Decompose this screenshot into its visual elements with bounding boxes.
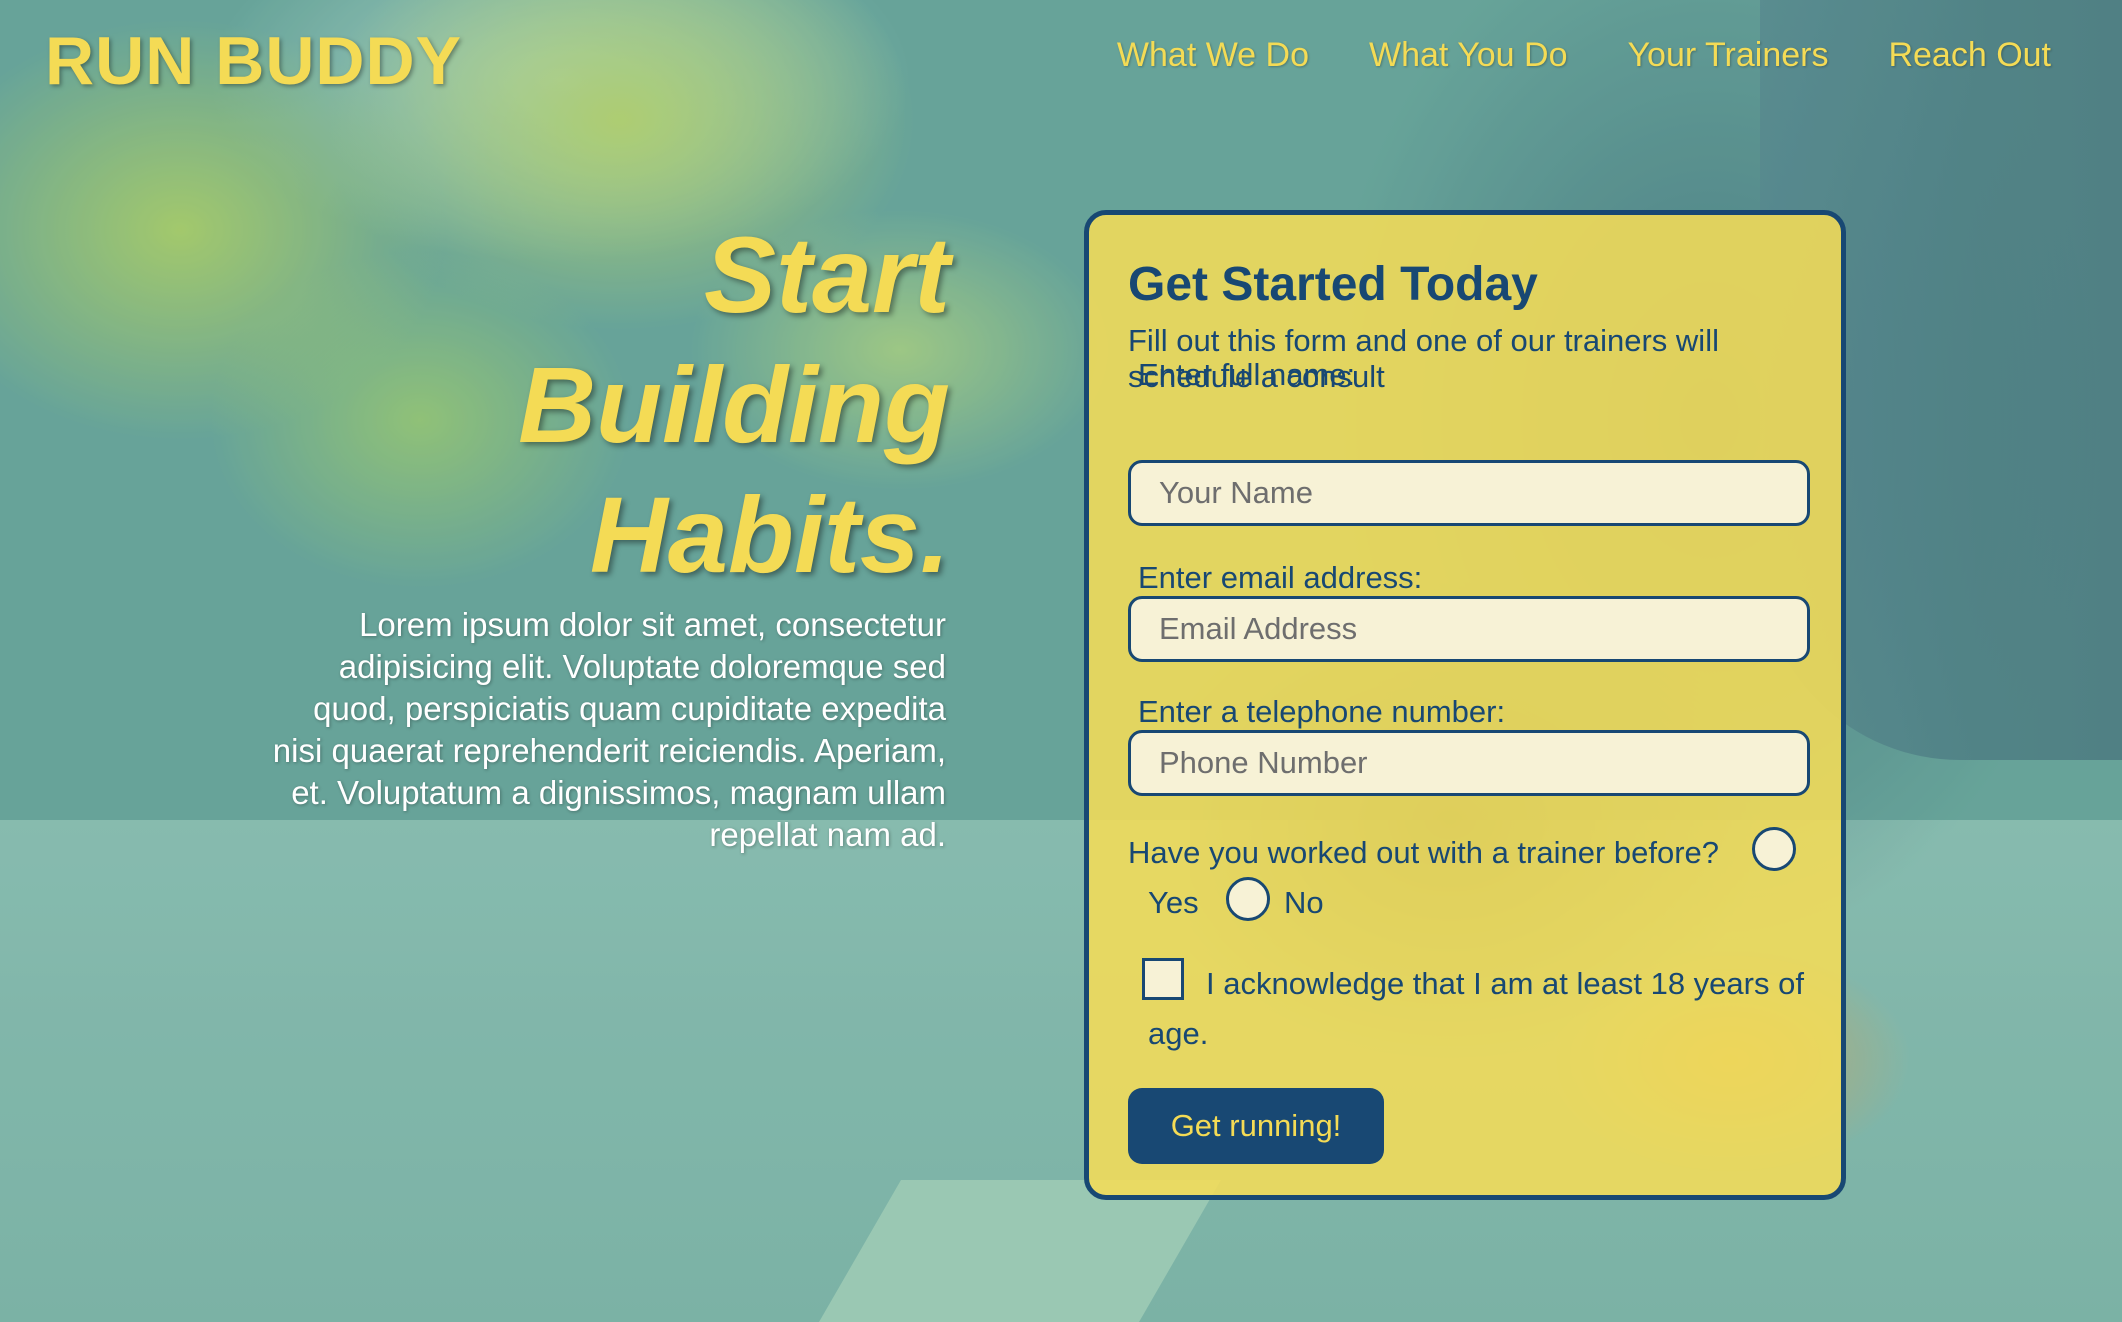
no-radio-label: No <box>1284 885 1324 920</box>
hero-title: Start Building Habits. <box>420 210 950 600</box>
nav-link-your-trainers[interactable]: Your Trainers <box>1628 36 1829 75</box>
trainer-question: Have you worked out with a trainer befor… <box>1128 835 1720 870</box>
hero-title-line: Building <box>518 344 950 465</box>
nav-link-reach-out[interactable]: Reach Out <box>1888 36 2051 75</box>
nav-link-what-we-do[interactable]: What We Do <box>1117 36 1309 75</box>
hero-title-line: Start <box>703 214 950 335</box>
name-input[interactable] <box>1128 460 1810 526</box>
hero-description: Lorem ipsum dolor sit amet, consectetur … <box>272 606 946 853</box>
nav-link-what-you-do[interactable]: What You Do <box>1369 36 1567 75</box>
get-running-button[interactable]: Get running! <box>1128 1088 1384 1164</box>
main-nav: What We Do What You Do Your Trainers Rea… <box>1117 36 2051 75</box>
phone-input[interactable] <box>1128 730 1810 796</box>
name-field-label: Enter full name: <box>1138 357 1356 392</box>
age-acknowledge-label: I acknowledge that I am at least 18 year… <box>1148 966 1804 1051</box>
signup-form-card: Get Started Today Fill out this form and… <box>1084 210 1846 1200</box>
yes-radio-label: Yes <box>1148 885 1199 920</box>
form-title: Get Started Today <box>1128 258 1538 311</box>
landing-page: RUN BUDDY What We Do What You Do Your Tr… <box>0 0 2122 1322</box>
site-logo[interactable]: RUN BUDDY <box>45 22 462 100</box>
email-field-label: Enter email address: <box>1138 560 1423 595</box>
email-input[interactable] <box>1128 596 1810 662</box>
phone-field-label: Enter a telephone number: <box>1138 694 1506 729</box>
no-radio[interactable] <box>1226 877 1270 921</box>
yes-radio[interactable] <box>1752 827 1796 871</box>
hero-title-line: Habits. <box>589 474 950 595</box>
